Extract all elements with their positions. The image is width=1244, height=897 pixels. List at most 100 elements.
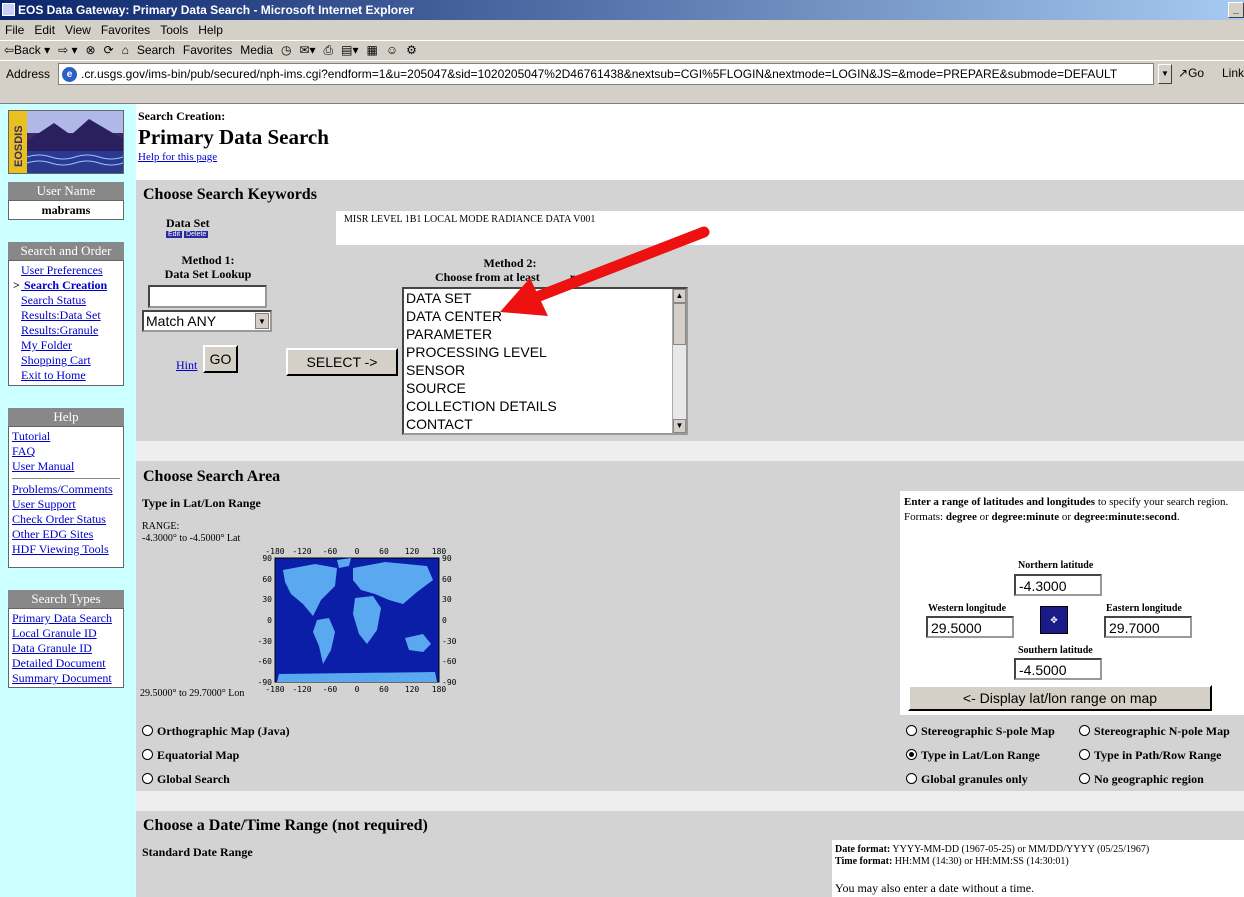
nav-results-granule[interactable]: Results:Granule — [13, 323, 120, 338]
tools-icon[interactable]: ⚙ — [402, 41, 421, 59]
radio-path-row[interactable]: Type in Path/Row Range — [1079, 748, 1221, 763]
media-button[interactable]: Media — [236, 41, 277, 59]
discuss-icon[interactable]: ▦ — [363, 41, 382, 59]
lat-tick-left: -30 — [258, 637, 273, 646]
radio-equatorial[interactable]: Equatorial Map — [142, 748, 239, 763]
page-title: Primary Data Search — [138, 125, 329, 149]
menu-edit[interactable]: Edit — [29, 20, 60, 40]
toolbar: ⇦Back ▾ ⇨ ▾ ⊗ ⟳ ⌂ Search Favorites Media ◷ ✉▾ ⎙ ▤▾ ▦… — [0, 40, 1244, 60]
option-source[interactable]: SOURCE — [404, 379, 686, 397]
print-icon[interactable]: ⎙ — [320, 41, 338, 60]
help-check-order-status[interactable]: Check Order Status — [12, 512, 120, 527]
stop-icon[interactable]: ⊗ — [82, 41, 100, 59]
help-user-support[interactable]: User Support — [12, 497, 120, 512]
help-faq[interactable]: FAQ — [12, 444, 120, 459]
nav-exit-home[interactable]: Exit to Home — [13, 368, 120, 383]
type-data-granule-id[interactable]: Data Granule ID — [12, 641, 120, 656]
date-heading: Choose a Date/Time Range (not required) — [143, 817, 428, 834]
menu-view[interactable]: View — [60, 20, 96, 40]
west-input[interactable]: 29.5000 — [926, 616, 1014, 638]
type-detailed-document[interactable]: Detailed Document — [12, 656, 120, 671]
radio-n-pole[interactable]: Stereographic N-pole Map — [1079, 724, 1230, 739]
south-input[interactable]: -4.5000 — [1014, 658, 1102, 680]
section-gap — [136, 791, 1244, 811]
menu-file[interactable]: File — [0, 20, 29, 40]
nav-user-preferences[interactable]: User Preferences — [13, 263, 120, 278]
help-menu: Tutorial FAQ User Manual Problems/Commen… — [8, 426, 124, 568]
forward-button[interactable]: ⇨ ▾ — [54, 41, 81, 59]
data-set-lookup-input[interactable] — [148, 285, 267, 308]
help-problems-comments[interactable]: Problems/Comments — [12, 482, 120, 497]
method1-subtitle: Data Set Lookup — [164, 267, 252, 281]
time-format-text: HH:MM (14:30) or HH:MM:SS (14:30:01) — [892, 856, 1069, 867]
nav-search-creation[interactable]: > Search Creation — [13, 278, 120, 293]
world-map[interactable]: -180 -120 -60 0 60 120 180 -180 -120 -60… — [255, 546, 465, 696]
lat-tick-right: -30 — [442, 637, 457, 646]
range-label: RANGE: — [142, 521, 180, 532]
mail-icon[interactable]: ✉▾ — [295, 41, 319, 59]
menu-help[interactable]: Help — [193, 20, 228, 40]
radio-s-pole[interactable]: Stereographic S-pole Map — [906, 724, 1055, 739]
west-label: Western longitude — [928, 603, 1007, 614]
east-input[interactable]: 29.7000 — [1104, 616, 1192, 638]
south-label: Southern latitude — [1018, 645, 1093, 656]
help-hdf-viewing-tools[interactable]: HDF Viewing Tools — [12, 542, 120, 557]
eosdis-logo: EOSDIS — [8, 110, 124, 174]
favorites-button[interactable]: Favorites — [179, 41, 236, 59]
search-types-menu: Primary Data Search Local Granule ID Dat… — [8, 608, 124, 688]
option-sensor[interactable]: SENSOR — [404, 361, 686, 379]
radio-global-granules[interactable]: Global granules only — [906, 772, 1028, 787]
lon-range: 29.5000° to 29.7000° Lon — [140, 688, 245, 699]
back-button[interactable]: ⇦Back ▾ — [0, 41, 54, 59]
north-input[interactable]: -4.3000 — [1014, 574, 1102, 596]
lat-tick-left: 60 — [262, 575, 272, 584]
radio-no-region[interactable]: No geographic region — [1079, 772, 1204, 787]
radio-global-search[interactable]: Global Search — [142, 772, 230, 787]
display-range-button[interactable]: <- Display lat/lon range on map — [908, 685, 1212, 711]
help-user-manual[interactable]: User Manual — [12, 459, 120, 474]
delete-button[interactable]: Delete — [184, 231, 209, 238]
data-set-actions: Edit Delete — [166, 231, 209, 238]
nav-search-status[interactable]: Search Status — [13, 293, 120, 308]
help-other-edg-sites[interactable]: Other EDG Sites — [12, 527, 120, 542]
move-arrows-icon: ✥ — [1040, 606, 1068, 634]
radio-orthographic[interactable]: Orthographic Map (Java) — [142, 724, 290, 739]
radio-latlon-range[interactable]: Type in Lat/Lon Range — [906, 748, 1040, 763]
match-select[interactable]: Match ANY ▼ — [142, 310, 272, 332]
select-button[interactable]: SELECT -> — [286, 348, 398, 376]
search-button[interactable]: Search — [133, 41, 179, 59]
go-button[interactable]: ↗Go — [1178, 66, 1204, 80]
edit-button[interactable]: Edit — [166, 231, 183, 238]
date-format-label: Date format: — [835, 844, 891, 855]
nav-my-folder[interactable]: My Folder — [13, 338, 120, 353]
option-processing-level[interactable]: PROCESSING LEVEL — [404, 343, 686, 361]
address-dropdown-icon[interactable]: ▼ — [1158, 64, 1172, 84]
messenger-icon[interactable]: ☺ — [382, 41, 402, 59]
type-local-granule-id[interactable]: Local Granule ID — [12, 626, 120, 641]
links-button[interactable]: Link — [1222, 66, 1244, 80]
nav-results-data-set[interactable]: Results:Data Set — [13, 308, 120, 323]
minimize-button[interactable]: _ □ — [1228, 2, 1244, 29]
option-collection-details[interactable]: COLLECTION DETAILS — [404, 397, 686, 415]
help-page-link[interactable]: Help for this page — [138, 151, 217, 163]
go-label: Go — [1188, 66, 1205, 80]
type-summary-document[interactable]: Summary Document — [12, 671, 120, 686]
option-contact[interactable]: CONTACT — [404, 415, 686, 433]
history-icon[interactable]: ◷ — [277, 41, 295, 59]
address-input[interactable]: e .cr.usgs.gov/ims-bin/pub/secured/nph-i… — [58, 63, 1154, 85]
type-primary-data-search[interactable]: Primary Data Search — [12, 611, 120, 626]
nav-shopping-cart[interactable]: Shopping Cart — [13, 353, 120, 368]
home-icon[interactable]: ⌂ — [118, 41, 133, 59]
refresh-icon[interactable]: ⟳ — [100, 41, 118, 59]
edit-icon[interactable]: ▤▾ — [337, 41, 362, 59]
lat-tick-left: -60 — [258, 657, 273, 666]
standard-date-label: Standard Date Range — [142, 845, 253, 859]
menu-favorites[interactable]: Favorites — [96, 20, 155, 40]
hint-link[interactable]: Hint — [176, 358, 197, 373]
range-text: RANGE: -4.3000° to -4.5000° Lat — [142, 521, 240, 545]
go-lookup-button[interactable]: GO — [203, 345, 238, 373]
radio-icon — [1079, 725, 1090, 736]
scroll-down-icon[interactable]: ▼ — [673, 419, 686, 433]
help-tutorial[interactable]: Tutorial — [12, 429, 120, 444]
menu-tools[interactable]: Tools — [155, 20, 193, 40]
